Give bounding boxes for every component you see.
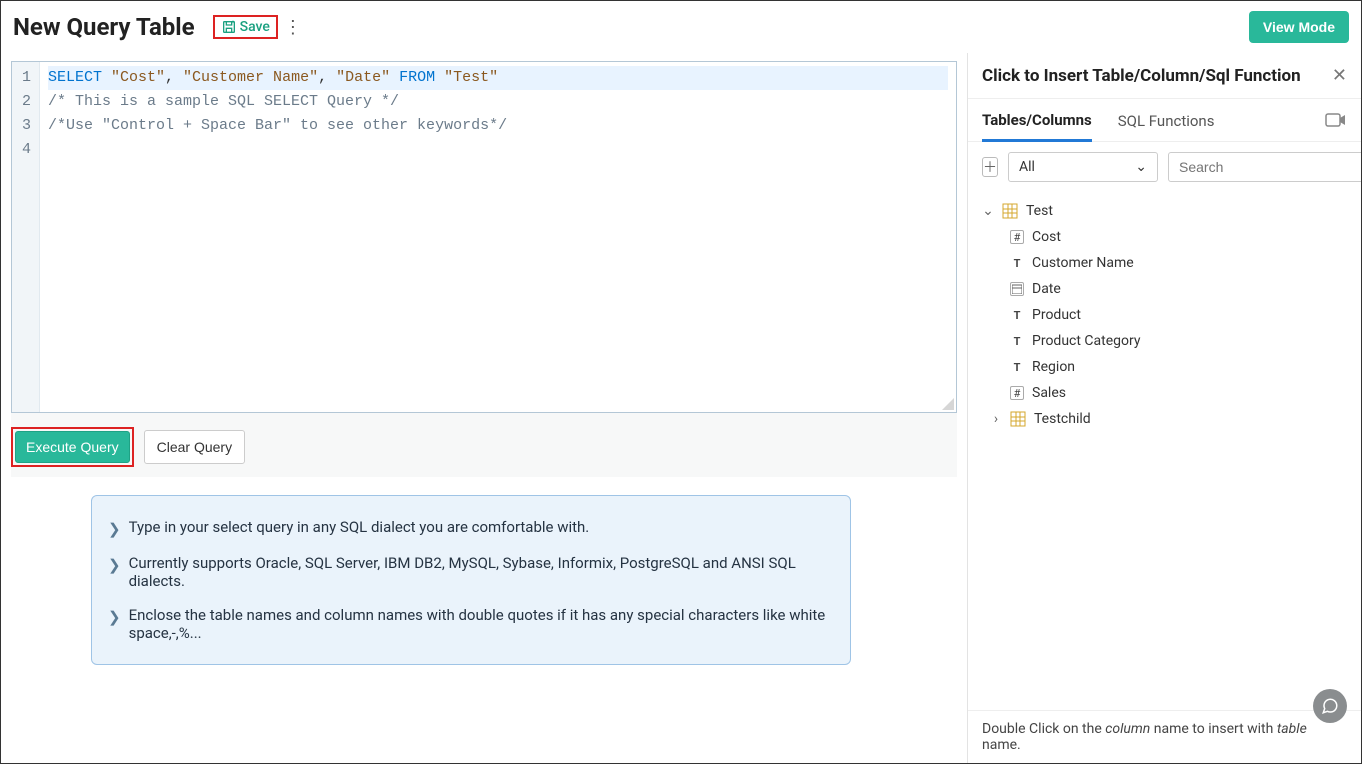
chevron-right-icon: ❯ (108, 556, 121, 574)
tree-column[interactable]: T Product Category (982, 328, 1347, 354)
footer-tip: Double Click on the column name to inser… (968, 710, 1361, 763)
sql-editor[interactable]: 1 2 3 4 SELECT "Cost", "Customer Name", … (11, 61, 957, 413)
hint-text: Enclose the table names and column names… (129, 606, 834, 642)
date-column-icon (1010, 282, 1024, 296)
execute-highlight: Execute Query (11, 427, 134, 467)
tree-table-test[interactable]: ⌄ Test (982, 198, 1347, 224)
code-area[interactable]: SELECT "Cost", "Customer Name", "Date" F… (40, 62, 956, 412)
main-panel: 1 2 3 4 SELECT "Cost", "Customer Name", … (1, 53, 967, 763)
tree-column[interactable]: T Customer Name (982, 250, 1347, 276)
number-column-icon: # (1010, 386, 1024, 400)
code-line-3[interactable]: /* This is a sample SQL SELECT Query */ (48, 90, 948, 114)
hint-row: ❯ Enclose the table names and column nam… (104, 598, 838, 650)
resize-handle[interactable] (940, 396, 954, 410)
tree-label: Sales (1032, 385, 1066, 401)
search-input[interactable] (1179, 159, 1360, 175)
add-table-button[interactable]: ＋ (982, 157, 998, 177)
number-column-icon: # (1010, 230, 1024, 244)
chevron-right-icon: ❯ (108, 608, 121, 626)
tree-table-testchild[interactable]: › Testchild (982, 406, 1347, 432)
side-panel: Click to Insert Table/Column/Sql Functio… (967, 53, 1361, 763)
search-input-wrap[interactable] (1168, 152, 1361, 182)
tab-tables-columns[interactable]: Tables/Columns (982, 99, 1092, 142)
hint-text: Currently supports Oracle, SQL Server, I… (129, 554, 834, 590)
hint-row: ❯ Type in your select query in any SQL d… (104, 510, 838, 546)
tree-column[interactable]: # Cost (982, 224, 1347, 250)
save-highlight: Save (213, 15, 278, 39)
tree-column[interactable]: Date (982, 276, 1347, 302)
video-icon[interactable] (1325, 102, 1347, 138)
view-mode-button[interactable]: View Mode (1249, 11, 1349, 43)
tab-sql-functions[interactable]: SQL Functions (1118, 100, 1215, 140)
text-column-icon: T (1010, 334, 1024, 348)
tables-tree: ⌄ Test # Cost T Customer Name (968, 192, 1361, 710)
save-button[interactable]: Save (221, 19, 270, 35)
hint-row: ❯ Currently supports Oracle, SQL Server,… (104, 546, 838, 598)
chevron-right-icon[interactable]: › (990, 411, 1002, 427)
text-column-icon: T (1010, 308, 1024, 322)
code-line-4[interactable]: /*Use "Control + Space Bar" to see other… (48, 114, 948, 138)
hint-text: Type in your select query in any SQL dia… (129, 518, 590, 536)
filter-select-value: All (1019, 159, 1035, 175)
tree-column[interactable]: T Region (982, 354, 1347, 380)
table-icon (1002, 203, 1018, 219)
tree-label: Cost (1032, 229, 1061, 245)
code-line-1[interactable]: SELECT "Cost", "Customer Name", "Date" F… (48, 66, 948, 90)
tree-column[interactable]: T Product (982, 302, 1347, 328)
chevron-right-icon: ❯ (108, 520, 121, 538)
save-label: Save (240, 19, 270, 35)
execute-query-button[interactable]: Execute Query (15, 431, 130, 463)
tree-label: Region (1032, 359, 1075, 375)
query-actions: Execute Query Clear Query (11, 413, 957, 477)
text-column-icon: T (1010, 256, 1024, 270)
side-title: Click to Insert Table/Column/Sql Functio… (982, 66, 1301, 86)
tree-label: Testchild (1034, 411, 1091, 427)
text-column-icon: T (1010, 360, 1024, 374)
tree-label: Customer Name (1032, 255, 1134, 271)
close-icon[interactable]: ✕ (1332, 65, 1347, 86)
hints-panel: ❯ Type in your select query in any SQL d… (91, 495, 851, 665)
chat-help-button[interactable] (1313, 689, 1347, 723)
chevron-down-icon: ⌄ (1135, 159, 1147, 175)
line-gutter: 1 2 3 4 (12, 62, 40, 412)
chevron-down-icon[interactable]: ⌄ (982, 203, 994, 219)
header: New Query Table Save ⋮ View Mode (1, 1, 1361, 53)
clear-query-button[interactable]: Clear Query (144, 430, 245, 464)
tree-label: Product Category (1032, 333, 1141, 349)
page-title: New Query Table (13, 13, 195, 41)
filter-select[interactable]: All ⌄ (1008, 152, 1158, 182)
table-icon (1010, 411, 1026, 427)
tree-label: Test (1026, 203, 1053, 219)
save-icon (221, 19, 237, 35)
tree-label: Product (1032, 307, 1081, 323)
more-menu[interactable]: ⋮ (284, 17, 302, 38)
tree-column[interactable]: # Sales (982, 380, 1347, 406)
tree-label: Date (1032, 281, 1061, 297)
